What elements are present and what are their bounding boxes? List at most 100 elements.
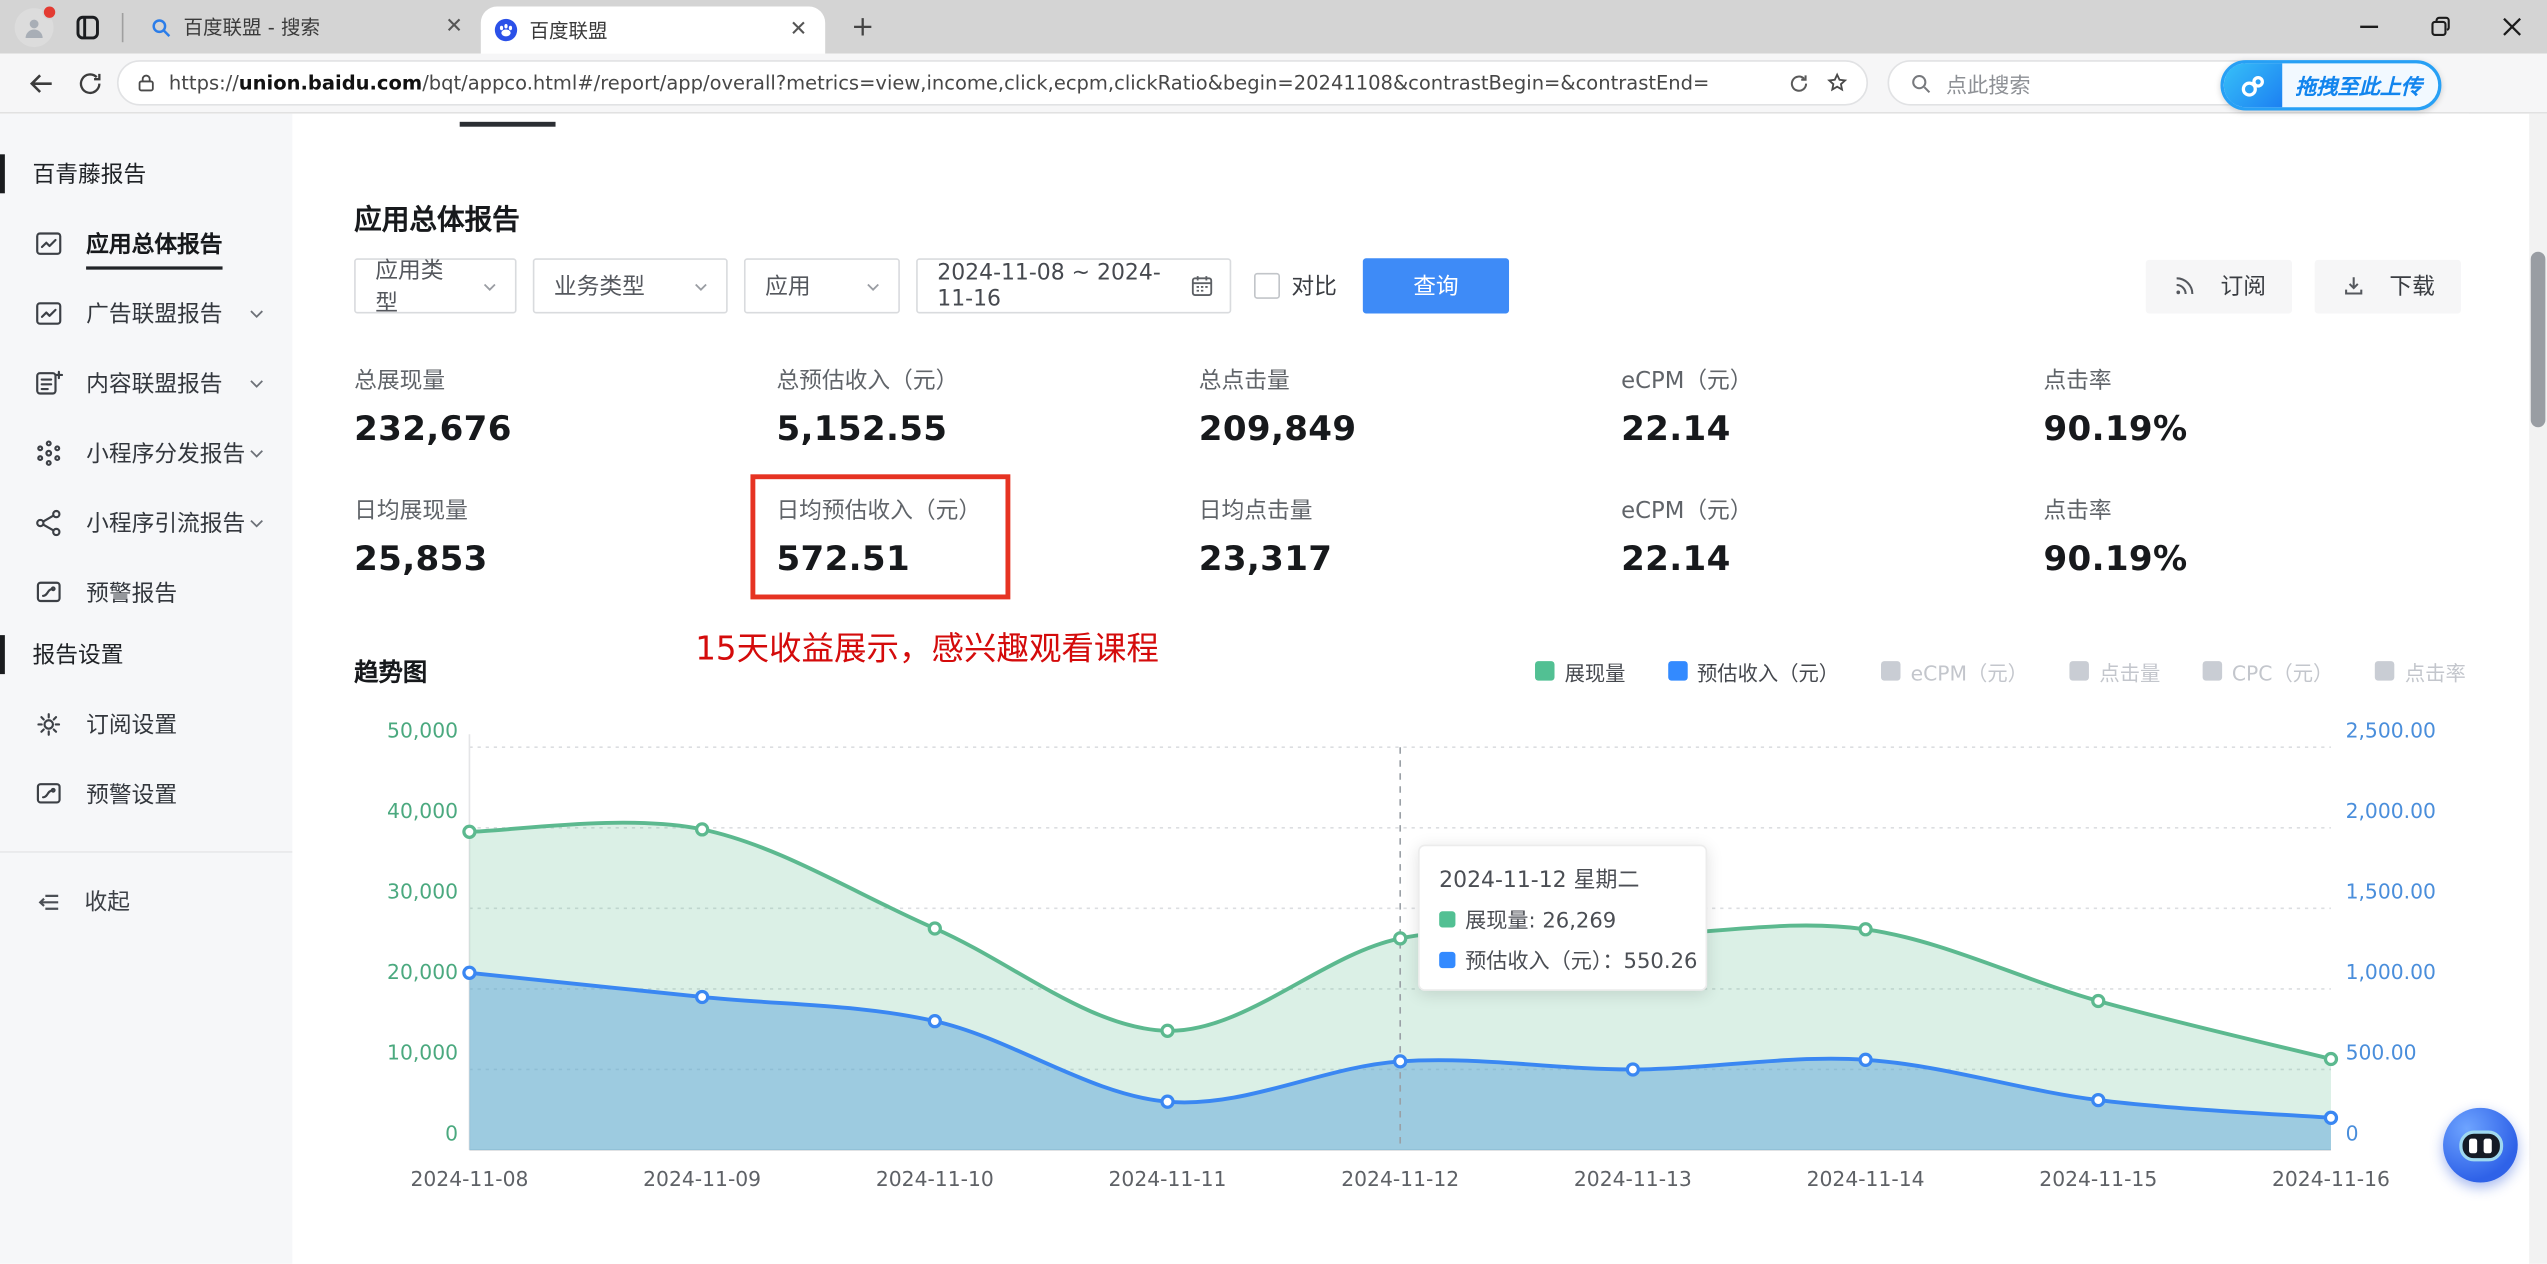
ai-assistant-button[interactable] [2443, 1107, 2518, 1183]
legend-item[interactable]: eCPM（元） [1881, 655, 2028, 686]
sidebar-section-header: 百青藤报告 [0, 149, 292, 198]
metric-label: eCPM（元） [1621, 368, 1753, 395]
sidebar-divider [0, 851, 293, 853]
biz-type-select[interactable]: 业务类型 [532, 258, 728, 314]
metric-card: 总预估收入（元） 5,152.55 [776, 364, 1198, 458]
refresh-button[interactable] [65, 58, 114, 107]
sidebar-item-report[interactable]: 广告联盟报告 [0, 278, 292, 348]
calendar-icon [1189, 273, 1215, 299]
workspaces-icon[interactable] [73, 12, 102, 41]
legend-swatch [2375, 661, 2396, 681]
chart-legend: 展现量 预估收入（元） eCPM（元） 点击量 CPC（元） 点击率 [1493, 655, 2466, 686]
svg-text:2024-11-13: 2024-11-13 [1574, 1167, 1692, 1191]
red-annotation-text: 15天收益展示，感兴趣观看课程 [695, 628, 1159, 668]
sidebar-item-alert[interactable]: 预警设置 [0, 759, 292, 829]
date-range-input[interactable]: 2024-11-08 ~ 2024-11-16 [916, 258, 1232, 314]
tooltip-line: 展现量: 26,269 [1439, 903, 1686, 934]
sidebar-item-label: 预警报告 [86, 580, 178, 607]
trend-chart[interactable]: 50,000 40,000 30,000 20,000 10,000 0 2,500.00 2… [354, 715, 2466, 1202]
chart-canvas[interactable]: 50,000 40,000 30,000 20,000 10,000 0 2,500.00 2… [354, 715, 2466, 1202]
content-icon [36, 369, 64, 394]
search-icon [1912, 74, 1931, 93]
compare-checkbox[interactable] [1254, 272, 1280, 299]
tooltip-date: 2024-11-12 星期二 [1439, 867, 1640, 894]
page-scrollbar[interactable] [2529, 113, 2547, 1264]
subscribe-button[interactable]: 订阅 [2145, 259, 2292, 313]
legend-item[interactable]: 预估收入（元） [1667, 655, 1840, 686]
metric-value: 90.19% [2043, 539, 2188, 579]
svg-text:20,000: 20,000 [387, 960, 458, 984]
app-type-select[interactable]: 应用类型 [354, 258, 517, 317]
sidebar-item-label: 订阅设置 [86, 712, 178, 739]
legend-label: 预估收入（元） [1696, 660, 1840, 685]
biz-type-value: 业务类型 [553, 274, 645, 301]
sidebar-item-label: 小程序分发报告 [86, 441, 246, 468]
svg-text:0: 0 [445, 1121, 458, 1145]
robot-face-icon [2458, 1129, 2503, 1161]
metrics-row-daily: 日均展现量 25,853 日均预估收入（元） 572.51 日均点击量 23,317 eCP… [354, 474, 2466, 600]
browser-tab-active[interactable]: 百度联盟 ✕ [480, 6, 826, 54]
sidebar-collapse-button[interactable]: 收起 [0, 869, 292, 934]
svg-text:2024-11-14: 2024-11-14 [1807, 1167, 1925, 1191]
legend-label: 点击率 [2404, 660, 2466, 685]
legend-swatch [1881, 661, 1901, 681]
svg-text:2024-11-08: 2024-11-08 [410, 1167, 528, 1191]
svg-text:2024-11-10: 2024-11-10 [876, 1167, 994, 1191]
search-placeholder: 点此搜索 [1945, 73, 2031, 99]
favorite-star-icon[interactable] [1824, 70, 1850, 96]
legend-item[interactable]: 展现量 [1535, 655, 1626, 686]
sidebar-item-label: 应用总体报告 [86, 227, 223, 269]
sidebar-item-dispatch[interactable]: 小程序分发报告 [0, 417, 292, 487]
minimize-button[interactable] [2333, 0, 2404, 54]
tab-close-icon[interactable]: ✕ [785, 18, 812, 42]
app-select[interactable]: 应用 [743, 258, 900, 314]
collapse-label: 收起 [84, 890, 130, 917]
share-icon [36, 509, 61, 536]
legend-label: 点击量 [2099, 660, 2161, 685]
tab-close-icon[interactable]: ✕ [440, 15, 467, 39]
metric-value: 209,849 [1198, 409, 1357, 449]
new-tab-button[interactable]: + [841, 11, 884, 43]
metric-label: 日均预估收入（元） [776, 498, 982, 525]
svg-text:2024-11-16: 2024-11-16 [2272, 1167, 2390, 1191]
metric-card: 日均预估收入（元） 572.51 [750, 474, 1198, 600]
sidebar-item-gear[interactable]: 订阅设置 [0, 689, 292, 759]
close-window-button[interactable] [2476, 0, 2547, 54]
metric-card: eCPM（元） 22.14 [1621, 494, 2043, 588]
browser-tab-search[interactable]: 百度联盟 - 搜索 ✕ [136, 6, 480, 48]
svg-text:500.00: 500.00 [2346, 1041, 2417, 1065]
svg-text:2024-11-15: 2024-11-15 [2039, 1167, 2157, 1191]
scrollbar-thumb[interactable] [2530, 251, 2546, 428]
chevron-down-icon [247, 303, 266, 322]
sidebar-item-content[interactable]: 内容联盟报告 [0, 348, 292, 418]
metrics-row-totals: 总展现量 232,676 总预估收入（元） 5,152.55 总点击量 209,849 eC… [354, 364, 2466, 458]
svg-text:2,500.00: 2,500.00 [2346, 718, 2436, 742]
url-text: https://union.baidu.com/bqt/appco.html#/… [168, 71, 1710, 95]
netdisk-upload-button[interactable]: 拖拽至此上传 [2220, 60, 2442, 111]
back-button[interactable] [16, 58, 65, 107]
subscribe-label: 订阅 [2220, 274, 2266, 301]
filter-row: 应用类型 业务类型 应用 2024-11-08 ~ 2024-11-16 对比 … [354, 258, 2461, 317]
reload-page-icon[interactable] [1787, 71, 1811, 95]
search-favicon [152, 18, 171, 37]
legend-item[interactable]: CPC（元） [2202, 655, 2333, 686]
baidu-favicon [494, 18, 518, 42]
restore-button[interactable] [2404, 0, 2475, 54]
svg-text:30,000: 30,000 [387, 880, 458, 904]
metric-value: 232,676 [354, 409, 512, 449]
page-area: 百青藤报告应用总体报告广告联盟报告 内容联盟报告小程序分发报告小程序引流报告预警报… [0, 113, 2547, 1264]
download-button[interactable]: 下载 [2314, 259, 2461, 313]
sidebar-section-header: 报告设置 [0, 630, 292, 679]
sidebar-item-alert[interactable]: 预警报告 [0, 557, 292, 627]
legend-item[interactable]: 点击率 [2375, 655, 2466, 686]
query-button[interactable]: 查询 [1362, 258, 1510, 314]
tab-title: 百度联盟 - 搜索 [183, 16, 320, 39]
svg-text:50,000: 50,000 [387, 718, 458, 742]
url-bar[interactable]: https://union.baidu.com/bqt/appco.html#/… [116, 60, 1869, 106]
metric-card: eCPM（元） 22.14 [1621, 364, 2043, 458]
sidebar-item-report-active[interactable]: 应用总体报告 [0, 208, 292, 278]
chevron-down-icon [247, 443, 266, 462]
profile-avatar[interactable] [14, 4, 57, 47]
legend-item[interactable]: 点击量 [2070, 655, 2160, 686]
sidebar-item-share[interactable]: 小程序引流报告 [0, 487, 292, 557]
